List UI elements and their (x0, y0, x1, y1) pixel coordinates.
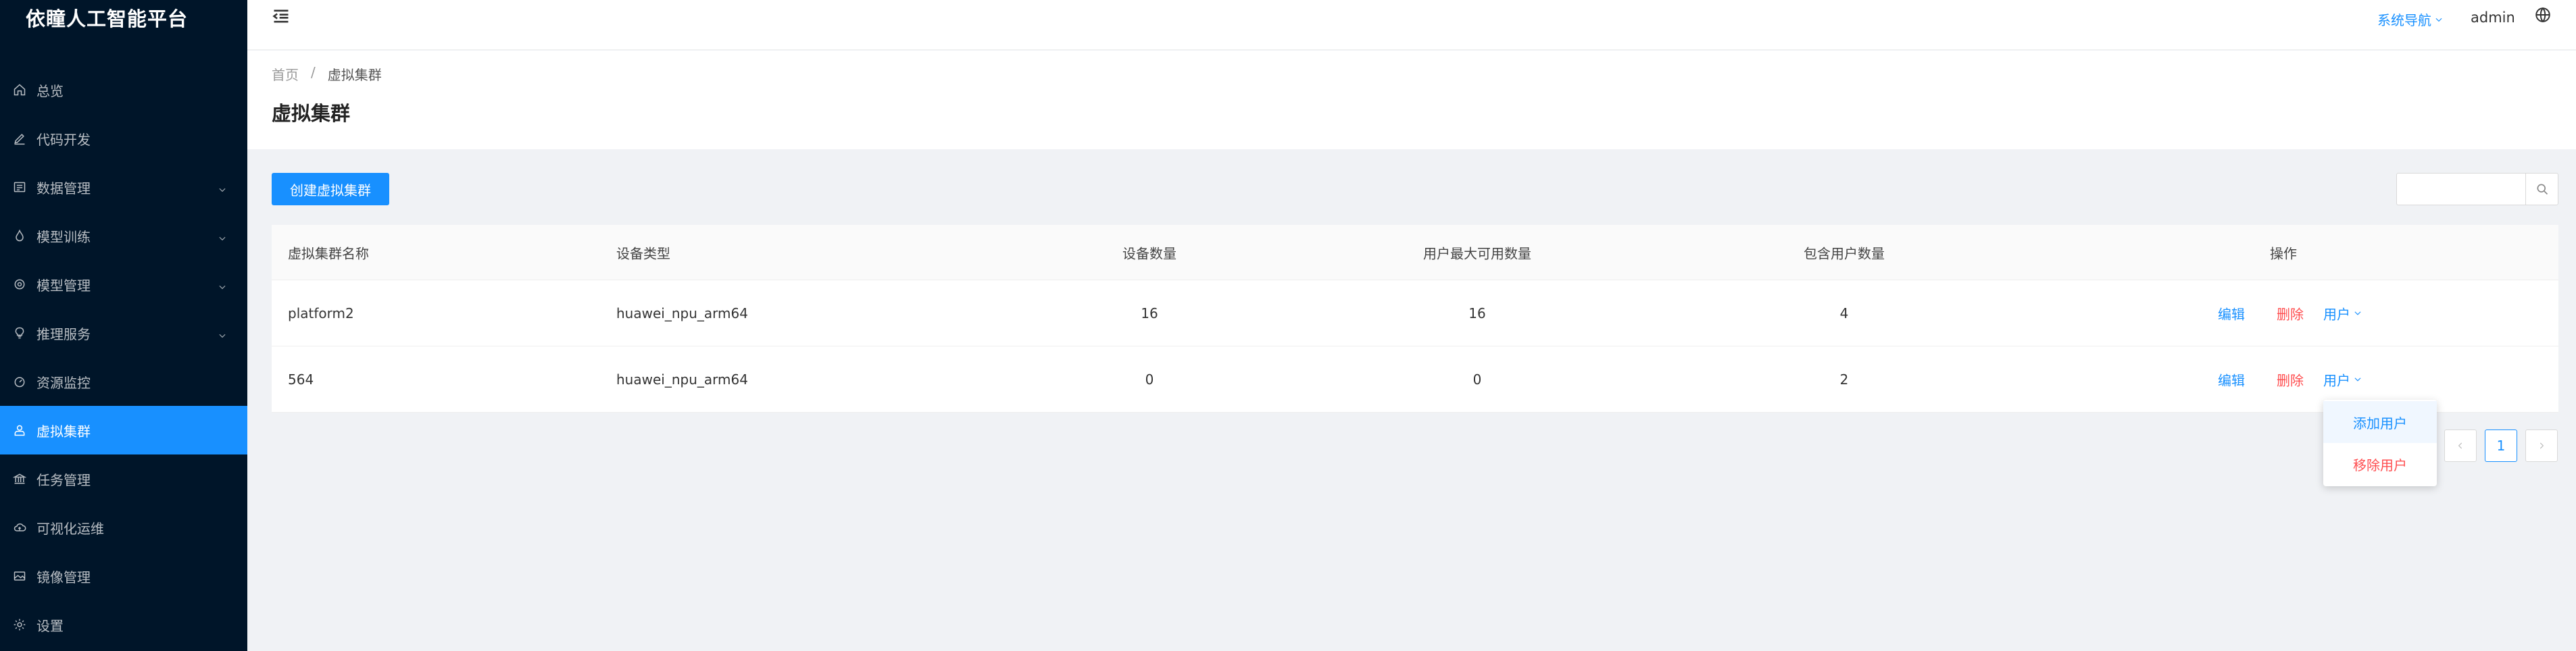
edit-icon (12, 131, 27, 146)
user-name[interactable]: admin (2471, 9, 2515, 26)
next-page-button[interactable] (2525, 429, 2558, 462)
user-dropdown-menu: 添加用户 移除用户 (2323, 400, 2437, 486)
sidebar-item-virtual-cluster[interactable]: 虚拟集群 (0, 406, 247, 454)
user-dropdown-label: 用户 (2323, 372, 2350, 388)
dataset-icon (12, 180, 27, 194)
user-count: 4 (1839, 305, 1849, 321)
sidebar-item-label: 总览 (36, 82, 64, 99)
column-header: 用户最大可用数量 (1423, 245, 1531, 261)
chevron-down-icon (2354, 377, 2361, 382)
column-header: 设备数量 (1122, 245, 1176, 261)
sidebar-item-label: 数据管理 (36, 180, 91, 197)
search-icon (2537, 184, 2548, 195)
sidebar-item-task-mgmt[interactable]: 任务管理 (0, 454, 247, 503)
delete-link[interactable]: 删除 (2277, 303, 2304, 323)
system-nav-dropdown[interactable]: 系统导航 (2377, 9, 2444, 29)
page-header: 首页 / 虚拟集群 虚拟集群 (247, 51, 2576, 149)
delete-link[interactable]: 删除 (2277, 369, 2304, 389)
gear-icon (12, 617, 27, 632)
column-header: 虚拟集群名称 (288, 245, 369, 261)
cluster-table: 虚拟集群名称 设备类型 设备数量 用户最大可用数量 包含用户数量 操作 plat… (272, 225, 2558, 413)
chevron-down-icon (218, 230, 228, 241)
breadcrumb-home[interactable]: 首页 (272, 64, 299, 84)
chevron-down-icon (218, 328, 228, 338)
create-virtual-cluster-button[interactable]: 创建虚拟集群 (272, 173, 389, 205)
column-header: 操作 (2270, 245, 2297, 261)
home-icon (12, 82, 27, 97)
cluster-name: platform2 (288, 305, 354, 321)
sidebar-item-resource-monitor[interactable]: 资源监控 (0, 357, 247, 406)
max-users: 0 (1472, 371, 1482, 388)
sidebar-item-image-mgmt[interactable]: 镜像管理 (0, 552, 247, 600)
search-button[interactable] (2525, 174, 2558, 205)
sidebar-item-label: 推理服务 (36, 326, 91, 342)
device-count: 0 (1145, 371, 1154, 388)
chevron-down-icon (2435, 18, 2442, 22)
menu-fold-icon[interactable] (272, 7, 292, 27)
sidebar-item-model-training[interactable]: 模型训练 (0, 211, 247, 260)
chevron-down-icon (218, 279, 228, 290)
bank-icon (12, 471, 27, 486)
dashboard-icon (12, 374, 27, 389)
sidebar-item-visual-ops[interactable]: 可视化运维 (0, 503, 247, 552)
cloud-icon (12, 520, 27, 535)
max-users: 16 (1468, 305, 1486, 321)
sidebar-item-label: 可视化运维 (36, 520, 104, 537)
sidebar-item-label: 模型管理 (36, 277, 91, 294)
sidebar-item-model-mgmt[interactable]: 模型管理 (0, 260, 247, 309)
table-header: 虚拟集群名称 设备类型 设备数量 用户最大可用数量 包含用户数量 操作 (272, 225, 2558, 280)
breadcrumb-separator: / (311, 64, 316, 80)
add-user-menu-item[interactable]: 添加用户 (2323, 401, 2437, 443)
prev-page-button[interactable] (2444, 429, 2477, 462)
device-type: huawei_npu_arm64 (616, 305, 748, 321)
top-bar: 系统导航 admin (247, 0, 2576, 50)
sidebar: 依瞳人工智能平台 总览 代码开发 数据管理 模型训练 模型管理 推理服务 资源监… (0, 0, 247, 651)
model-icon (12, 277, 27, 292)
flame-icon (12, 228, 27, 243)
table-row: platform2 huawei_npu_arm64 16 16 4 编辑 删除… (272, 280, 2558, 346)
sidebar-item-label: 模型训练 (36, 228, 91, 245)
app-title: 依瞳人工智能平台 (26, 7, 189, 30)
globe-icon[interactable] (2534, 6, 2553, 25)
column-header: 设备类型 (616, 245, 670, 261)
page-title: 虚拟集群 (272, 102, 351, 125)
search-box (2396, 173, 2558, 205)
chevron-down-icon (218, 182, 228, 192)
cluster-icon (12, 423, 27, 438)
remove-user-menu-item[interactable]: 移除用户 (2323, 443, 2437, 485)
user-dropdown-label: 用户 (2323, 306, 2350, 322)
sidebar-menu: 总览 代码开发 数据管理 模型训练 模型管理 推理服务 资源监控 虚拟集群 任务… (0, 66, 247, 649)
sidebar-item-label: 虚拟集群 (36, 423, 91, 440)
sidebar-item-label: 镜像管理 (36, 569, 91, 585)
user-dropdown[interactable]: 用户 (2323, 303, 2362, 323)
sidebar-item-code-dev[interactable]: 代码开发 (0, 114, 247, 163)
system-nav-label: 系统导航 (2377, 12, 2431, 28)
sidebar-item-label: 设置 (36, 617, 64, 634)
device-type: huawei_npu_arm64 (616, 371, 748, 388)
image-icon (12, 569, 27, 583)
edit-link[interactable]: 编辑 (2218, 303, 2245, 323)
user-dropdown[interactable]: 用户 (2323, 369, 2362, 389)
column-header: 包含用户数量 (1804, 245, 1885, 261)
edit-link[interactable]: 编辑 (2218, 369, 2245, 389)
cluster-name: 564 (288, 371, 314, 388)
sidebar-item-inference[interactable]: 推理服务 (0, 309, 247, 357)
sidebar-item-label: 代码开发 (36, 131, 91, 148)
chevron-down-icon (2354, 311, 2361, 315)
sidebar-item-label: 资源监控 (36, 374, 91, 391)
page-number[interactable]: 1 (2485, 429, 2517, 462)
breadcrumb-current: 虚拟集群 (327, 67, 382, 83)
bulb-icon (12, 326, 27, 340)
table-row: 564 huawei_npu_arm64 0 0 2 编辑 删除 用户 (272, 346, 2558, 413)
sidebar-item-overview[interactable]: 总览 (0, 66, 247, 114)
breadcrumb: 首页 / 虚拟集群 (272, 64, 382, 84)
chevron-left-icon (2458, 442, 2462, 449)
device-count: 16 (1141, 305, 1158, 321)
sidebar-item-data-mgmt[interactable]: 数据管理 (0, 163, 247, 211)
sidebar-item-label: 任务管理 (36, 471, 91, 488)
chevron-right-icon (2540, 442, 2544, 449)
search-input[interactable] (2397, 174, 2525, 205)
user-count: 2 (1839, 371, 1849, 388)
sidebar-item-settings[interactable]: 设置 (0, 600, 247, 649)
